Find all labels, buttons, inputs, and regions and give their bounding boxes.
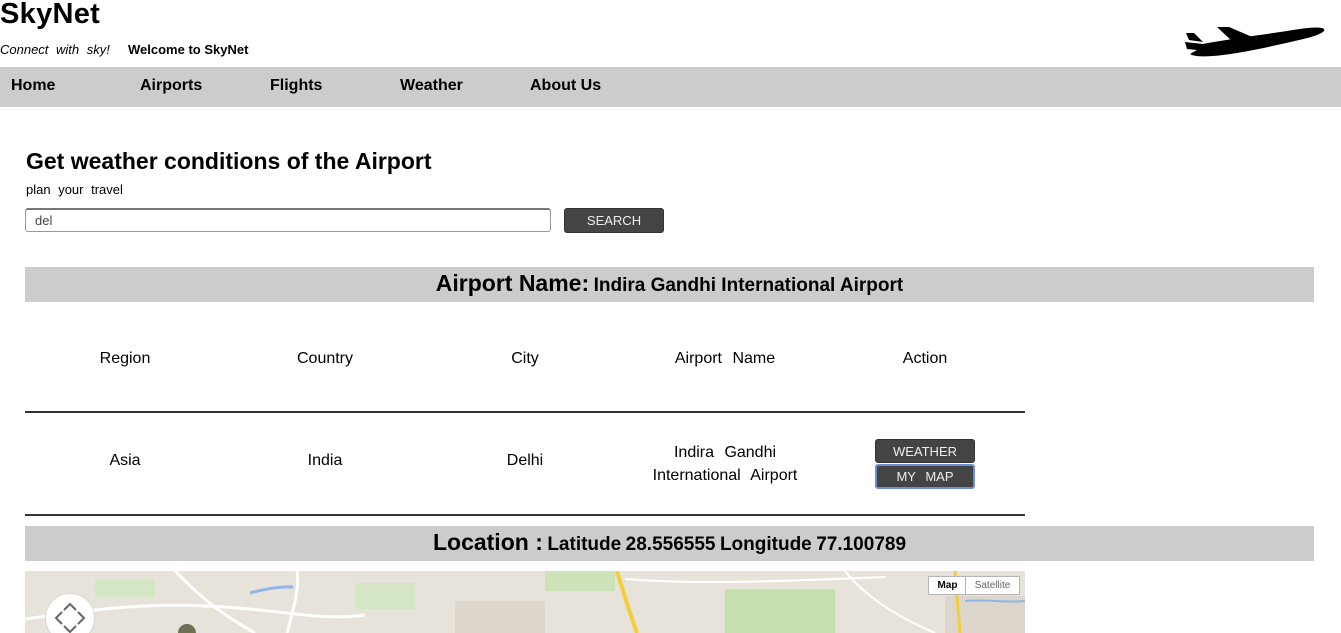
airport-name-value: Indira Gandhi International Airport (593, 275, 904, 296)
page-subtitle: plan your travel (26, 182, 123, 197)
map-type-satellite-button[interactable]: Satellite (965, 576, 1020, 595)
pan-arrows-icon (54, 602, 86, 633)
column-header-airport-name: Airport Name (674, 350, 776, 367)
location-label: Location : (432, 529, 543, 555)
nav-home[interactable]: Home (11, 77, 55, 95)
latitude-value: 28.556555 (625, 534, 716, 555)
site-logo[interactable]: SkyNet (0, 0, 100, 31)
airport-search-input[interactable] (25, 208, 551, 232)
table-divider (25, 411, 1025, 413)
map-type-map-button[interactable]: Map (928, 576, 967, 595)
main-nav: Home Airports Flights Weather About Us (0, 67, 1341, 107)
map-tiles (25, 571, 1025, 633)
column-header-city: City (511, 350, 539, 367)
cell-airport-name-line1: Indira Gandhi (673, 444, 777, 461)
nav-flights[interactable]: Flights (270, 77, 322, 95)
cell-country: India (307, 452, 343, 469)
cell-airport-name-line2: International Airport (652, 467, 798, 484)
welcome-text: Welcome to SkyNet (128, 42, 249, 57)
weather-button[interactable]: WEATHER (875, 439, 975, 463)
location-band: Location : Latitude 28.556555 Longitude … (25, 526, 1314, 561)
airport-name-label: Airport Name: (435, 270, 590, 296)
airplane-icon (1185, 27, 1325, 57)
nav-about-us[interactable]: About Us (530, 77, 601, 95)
column-header-region: Region (99, 350, 151, 367)
airport-map[interactable]: Map Satellite (25, 571, 1025, 633)
airport-name-band: Airport Name: Indira Gandhi Internationa… (25, 267, 1314, 302)
table-divider (25, 514, 1025, 516)
nav-airports[interactable]: Airports (140, 77, 202, 95)
cell-city: Delhi (506, 452, 544, 469)
cell-airport-name: Indira Gandhi International Airport (625, 441, 825, 487)
latitude-label: Latitude (547, 534, 622, 555)
longitude-label: Longitude (719, 534, 812, 555)
map-pan-control[interactable] (45, 593, 95, 633)
column-header-action: Action (902, 350, 948, 367)
tagline: Connect with sky! (0, 42, 110, 57)
nav-weather[interactable]: Weather (400, 77, 463, 95)
longitude-value: 77.100789 (816, 534, 907, 555)
search-button[interactable]: SEARCH (564, 208, 664, 233)
column-header-country: Country (296, 350, 354, 367)
my-map-button[interactable]: MY MAP (875, 464, 975, 489)
cell-region: Asia (109, 452, 141, 469)
page-title: Get weather conditions of the Airport (26, 148, 432, 174)
